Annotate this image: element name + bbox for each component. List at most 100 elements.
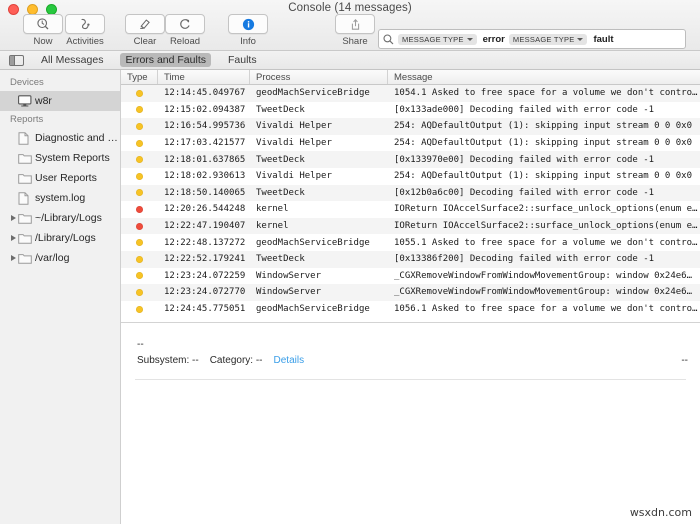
- toolbar-button-info[interactable]: Info: [221, 14, 275, 47]
- sidebar-section-reports: Reports: [0, 111, 120, 128]
- filter-bar: All Messages Errors and Faults Faults: [0, 51, 700, 70]
- cell-process: Vivaldi Helper: [250, 138, 388, 148]
- sidebar-item-label: w8r: [35, 95, 52, 107]
- disclosure-triangle-icon[interactable]: [8, 235, 18, 241]
- cell-message: _CGXRemoveWindowFromWindowMovementGroup:…: [388, 287, 700, 297]
- cell-process: geodMachServiceBridge: [250, 238, 388, 248]
- filter-errors-and-faults[interactable]: Errors and Faults: [120, 53, 211, 67]
- table-row[interactable]: 12:22:47.190407kernelIOReturn IOAccelSur…: [121, 218, 700, 235]
- table-row[interactable]: 12:14:45.049767geodMachServiceBridge1054…: [121, 85, 700, 102]
- sidebar-item-home-library-logs[interactable]: ~/Library/Logs: [0, 208, 120, 228]
- warning-dot-icon: [136, 90, 143, 97]
- table-row[interactable]: 12:22:48.137272geodMachServiceBridge1055…: [121, 234, 700, 251]
- toolbar-label-clear: Clear: [134, 36, 157, 47]
- disclosure-triangle-icon[interactable]: [8, 215, 18, 221]
- sidebar-item-w8r[interactable]: w8r: [0, 91, 120, 111]
- toolbar-label-reload: Reload: [170, 36, 200, 47]
- table-header: Type Time Process Message: [121, 70, 700, 85]
- display-icon: [18, 95, 35, 107]
- cell-message: 1055.1 Asked to free space for a volume …: [388, 238, 700, 248]
- sidebar-item-label: /var/log: [35, 252, 69, 264]
- folder-icon: [18, 212, 35, 224]
- chevron-down-icon: [467, 38, 473, 41]
- cell-type: [121, 206, 158, 213]
- search-token-value-2: fault: [593, 34, 613, 45]
- cell-type: [121, 140, 158, 147]
- filter-faults[interactable]: Faults: [223, 53, 262, 67]
- warning-dot-icon: [136, 256, 143, 263]
- details-link[interactable]: Details: [274, 355, 305, 366]
- disclosure-triangle-icon[interactable]: [8, 255, 18, 261]
- search-token-pill-2[interactable]: MESSAGE TYPE: [509, 34, 588, 45]
- table-row[interactable]: 12:18:50.140065TweetDeck[0x12b0a6c00] De…: [121, 185, 700, 202]
- column-header-message[interactable]: Message: [388, 70, 700, 84]
- detail-subsystem-label: Subsystem:: [137, 355, 189, 366]
- cell-time: 12:15:02.094387: [158, 105, 250, 115]
- cell-type: [121, 106, 158, 113]
- sidebar-item-system-reports[interactable]: System Reports: [0, 148, 120, 168]
- sidebar-item-user-reports[interactable]: User Reports: [0, 168, 120, 188]
- sidebar-item-label: User Reports: [35, 172, 97, 184]
- cell-type: [121, 156, 158, 163]
- toolbar-button-activities[interactable]: Activities: [58, 14, 112, 47]
- table-row[interactable]: 12:17:03.421577Vivaldi Helper254: AQDefa…: [121, 135, 700, 152]
- table-row[interactable]: 12:16:54.995736Vivaldi Helper254: AQDefa…: [121, 118, 700, 135]
- sidebar-section-devices: Devices: [0, 74, 120, 91]
- sidebar-toggle-icon[interactable]: [9, 55, 24, 66]
- cell-type: [121, 306, 158, 313]
- search-token-pill-label-1: MESSAGE TYPE: [402, 35, 464, 44]
- toolbar-label-activities: Activities: [66, 36, 103, 47]
- reload-icon: [178, 17, 192, 31]
- cell-message: 1056.1 Asked to free space for a volume …: [388, 304, 700, 314]
- table-row[interactable]: 12:24:45.775051geodMachServiceBridge1056…: [121, 301, 700, 317]
- cell-type: [121, 90, 158, 97]
- warning-dot-icon: [136, 272, 143, 279]
- filter-all-messages[interactable]: All Messages: [36, 53, 108, 67]
- cell-process: TweetDeck: [250, 155, 388, 165]
- info-icon: [242, 18, 255, 31]
- column-header-process[interactable]: Process: [250, 70, 388, 84]
- warning-dot-icon: [136, 123, 143, 130]
- search-input[interactable]: MESSAGE TYPE error MESSAGE TYPE fault: [378, 29, 686, 49]
- sidebar-item-var-log[interactable]: /var/log: [0, 248, 120, 268]
- table-row[interactable]: 12:23:24.072770WindowServer_CGXRemoveWin…: [121, 284, 700, 301]
- cell-time: 12:20:26.544248: [158, 204, 250, 214]
- toolbar-button-share[interactable]: Share: [328, 14, 382, 47]
- cell-time: 12:17:03.421577: [158, 138, 250, 148]
- error-dot-icon: [136, 223, 143, 230]
- cell-message: _CGXRemoveWindowFromWindowMovementGroup:…: [388, 271, 700, 281]
- detail-right-value: --: [681, 355, 688, 366]
- cell-message: [0x13386f200] Decoding failed with error…: [388, 254, 700, 264]
- column-header-time[interactable]: Time: [158, 70, 250, 84]
- search-token-value-1: error: [483, 34, 505, 45]
- cell-message: IOReturn IOAccelSurface2::surface_unlock…: [388, 204, 700, 214]
- cell-type: [121, 189, 158, 196]
- toolbar-button-reload[interactable]: Reload: [158, 14, 212, 47]
- table-row[interactable]: 12:23:24.072259WindowServer_CGXRemoveWin…: [121, 268, 700, 285]
- sidebar-item-library-logs[interactable]: /Library/Logs: [0, 228, 120, 248]
- warning-dot-icon: [136, 140, 143, 147]
- column-header-type[interactable]: Type: [121, 70, 158, 84]
- cell-process: TweetDeck: [250, 105, 388, 115]
- table-row[interactable]: 12:22:52.179241TweetDeck[0x13386f200] De…: [121, 251, 700, 268]
- cell-process: kernel: [250, 204, 388, 214]
- cell-message: 254: AQDefaultOutput (1): skipping input…: [388, 121, 700, 131]
- toolbar-label-share: Share: [342, 36, 367, 47]
- table-body: 12:14:45.049767geodMachServiceBridge1054…: [121, 85, 700, 317]
- cell-time: 12:14:45.049767: [158, 88, 250, 98]
- detail-subsystem-value: --: [192, 355, 199, 366]
- table-row[interactable]: 12:20:26.544248kernelIOReturn IOAccelSur…: [121, 201, 700, 218]
- sidebar-item-diagnostic-and-usage[interactable]: Diagnostic and U…: [0, 128, 120, 148]
- sidebar-item-system-log[interactable]: system.log: [0, 188, 120, 208]
- detail-divider: [135, 379, 686, 380]
- sidebar-item-label: ~/Library/Logs: [35, 212, 102, 224]
- detail-category: Category: --: [210, 355, 263, 366]
- search-token-pill-1[interactable]: MESSAGE TYPE: [398, 34, 477, 45]
- sidebar-item-label: System Reports: [35, 152, 110, 164]
- cell-process: TweetDeck: [250, 188, 388, 198]
- table-row[interactable]: 12:15:02.094387TweetDeck[0x133ade000] De…: [121, 102, 700, 119]
- table-row[interactable]: 12:18:02.930613Vivaldi Helper254: AQDefa…: [121, 168, 700, 185]
- warning-dot-icon: [136, 239, 143, 246]
- table-row[interactable]: 12:18:01.637865TweetDeck[0x133970e00] De…: [121, 151, 700, 168]
- cell-type: [121, 223, 158, 230]
